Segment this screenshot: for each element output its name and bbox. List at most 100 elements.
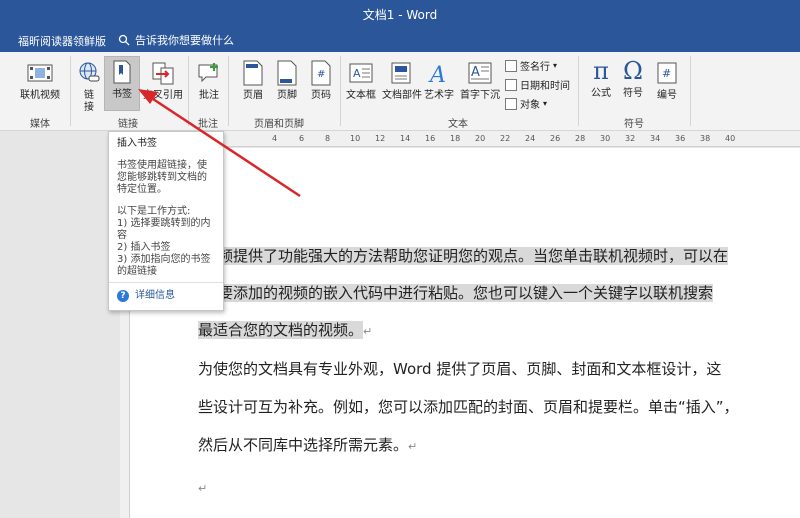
- signature-icon: [505, 59, 517, 72]
- online-video-button[interactable]: 联机视频: [20, 58, 60, 102]
- search-icon: [118, 34, 130, 46]
- textbox-icon: A: [346, 58, 376, 88]
- symbol-button[interactable]: Ω 符号: [618, 56, 648, 100]
- footer-icon: [272, 58, 302, 88]
- ruler-tick: 36: [675, 134, 686, 143]
- ruler-tick: 32: [625, 134, 636, 143]
- header-button[interactable]: 页眉: [238, 58, 268, 102]
- divider: [188, 56, 189, 126]
- bookmark-tooltip: 插入书签 书签使用超链接，使您能够跳转到文档的特定位置。 以下是工作方式: 1)…: [108, 131, 224, 311]
- svg-text:#: #: [317, 69, 325, 80]
- header-icon: [238, 58, 268, 88]
- tooltip-title: 插入书签: [117, 138, 157, 149]
- paragraph-mark: ↵: [408, 440, 418, 453]
- divider: [690, 56, 691, 126]
- svg-text:A: A: [471, 65, 480, 80]
- textbox-button[interactable]: A 文本框: [346, 58, 376, 102]
- ruler-tick: 8: [325, 134, 331, 143]
- calendar-icon: [505, 78, 517, 91]
- date-time-button[interactable]: 日期和时间: [505, 77, 570, 92]
- object-button[interactable]: 对象 ▾: [505, 96, 547, 111]
- tell-me-label: 告诉我你想要做什么: [135, 34, 234, 47]
- title-bar: 文档1 - Word: [0, 0, 800, 28]
- text-line[interactable]: 为使您的文档具有专业外观，Word 提供了页眉、页脚、封面和文本框设计，这: [198, 350, 721, 388]
- omega-icon: Ω: [623, 57, 643, 85]
- page-number-icon: #: [306, 58, 336, 88]
- divider: [70, 56, 71, 126]
- tooltip-step-2: 2) 插入书签: [117, 242, 171, 253]
- empty-line[interactable]: ↵: [198, 468, 207, 508]
- paragraph-mark: ↵: [198, 482, 208, 495]
- ruler-tick: 30: [600, 134, 611, 143]
- pi-icon: π: [593, 57, 609, 85]
- page-number-button[interactable]: # 页码: [306, 58, 336, 102]
- svg-text:A: A: [353, 67, 361, 80]
- tooltip-how-title: 以下是工作方式:: [117, 206, 191, 217]
- divider: [228, 56, 229, 126]
- horizontal-ruler[interactable]: 4 6 8 10 12 14 16 18 20 22 24 26 28 30 3…: [130, 131, 800, 147]
- group-label-links: 链接: [118, 119, 138, 130]
- object-icon: [505, 97, 517, 110]
- tooltip-step-3: 3) 添加指向您的书签的超链接: [117, 254, 211, 277]
- chevron-down-icon: ▾: [543, 99, 548, 108]
- comment-button[interactable]: 批注: [194, 58, 224, 102]
- divider: [578, 56, 579, 126]
- cross-reference-button[interactable]: 交叉引用: [142, 58, 184, 102]
- ruler-tick: 24: [525, 134, 536, 143]
- tooltip-step-1: 1) 选择要跳转到的内容: [117, 218, 211, 241]
- group-label-comments: 批注: [198, 119, 218, 130]
- ruler-tick: 38: [700, 134, 711, 143]
- window-title: 文档1 - Word: [362, 8, 438, 22]
- group-label-media: 媒体: [30, 119, 50, 130]
- ruler-tick: 34: [650, 134, 661, 143]
- tab-bar: 福昕阅读器领鲜版 告诉我你想要做什么: [0, 28, 800, 52]
- ruler-tick: 22: [500, 134, 511, 143]
- text-line[interactable]: 最适合您的文档的视频。↵: [198, 311, 372, 351]
- text-line[interactable]: 要添加的视频的嵌入代码中进行粘贴。您也可以键入一个关键字以联机搜索: [218, 274, 714, 312]
- wordart-button[interactable]: A 艺术字: [424, 58, 454, 102]
- text-line[interactable]: 频提供了功能强大的方法帮助您证明您的观点。当您单击联机视频时，可以在: [218, 237, 729, 275]
- tab-foxit[interactable]: 福昕阅读器领鲜版: [18, 33, 106, 49]
- wordart-icon: A: [424, 58, 454, 88]
- divider: [340, 56, 341, 126]
- text-line[interactable]: 然后从不同库中选择所需元素。↵: [198, 426, 417, 466]
- equation-button[interactable]: π 公式: [586, 56, 616, 100]
- ruler-tick: 40: [725, 134, 736, 143]
- new-comment-icon: [194, 58, 224, 88]
- bookmark-icon: [107, 57, 137, 87]
- group-label-text: 文本: [448, 119, 468, 130]
- signature-line-button[interactable]: 签名行 ▾: [505, 58, 557, 73]
- ruler-tick: 28: [575, 134, 586, 143]
- tell-me-more-link[interactable]: ? 详细信息: [117, 290, 175, 302]
- tell-me-search[interactable]: 告诉我你想要做什么: [118, 32, 234, 48]
- film-icon: [25, 58, 55, 88]
- paragraph-mark: ↵: [363, 325, 373, 338]
- divider: [109, 282, 223, 283]
- document-parts-button[interactable]: 文档部件: [382, 58, 422, 102]
- tooltip-description: 书签使用超链接，使您能够跳转到文档的特定位置。: [117, 160, 207, 195]
- text-line[interactable]: 些设计可互为补充。例如，您可以添加匹配的封面、页眉和提要栏。单击“插入”，: [198, 388, 739, 426]
- quick-parts-icon: [387, 58, 417, 88]
- dropcap-icon: A: [465, 58, 495, 88]
- footer-button[interactable]: 页脚: [272, 58, 302, 102]
- ruler-tick: 10: [350, 134, 361, 143]
- ruler-tick: 4: [272, 134, 278, 143]
- ruler-tick: 12: [375, 134, 386, 143]
- document-page[interactable]: 频提供了功能强大的方法帮助您证明您的观点。当您单击联机视频时，可以在 要添加的视…: [130, 148, 800, 518]
- group-label-header-footer: 页眉和页脚: [254, 119, 304, 130]
- ruler-tick: 20: [475, 134, 486, 143]
- ruler-tick: 18: [450, 134, 461, 143]
- bookmark-button[interactable]: 书签: [104, 56, 140, 111]
- link-button[interactable]: 链 接: [76, 58, 102, 114]
- group-label-symbols: 符号: [624, 119, 644, 130]
- ruler-tick: 14: [400, 134, 411, 143]
- ruler-tick: 16: [425, 134, 436, 143]
- numbering-icon: #: [652, 58, 682, 88]
- dropcap-button[interactable]: A 首字下沉: [460, 58, 500, 102]
- chevron-down-icon: ▾: [553, 61, 558, 70]
- ruler-tick: 6: [299, 134, 305, 143]
- svg-text:A: A: [428, 63, 446, 86]
- globe-link-icon: [74, 58, 104, 88]
- numbering-button[interactable]: # 编号: [652, 58, 682, 102]
- cross-reference-icon: [148, 58, 178, 88]
